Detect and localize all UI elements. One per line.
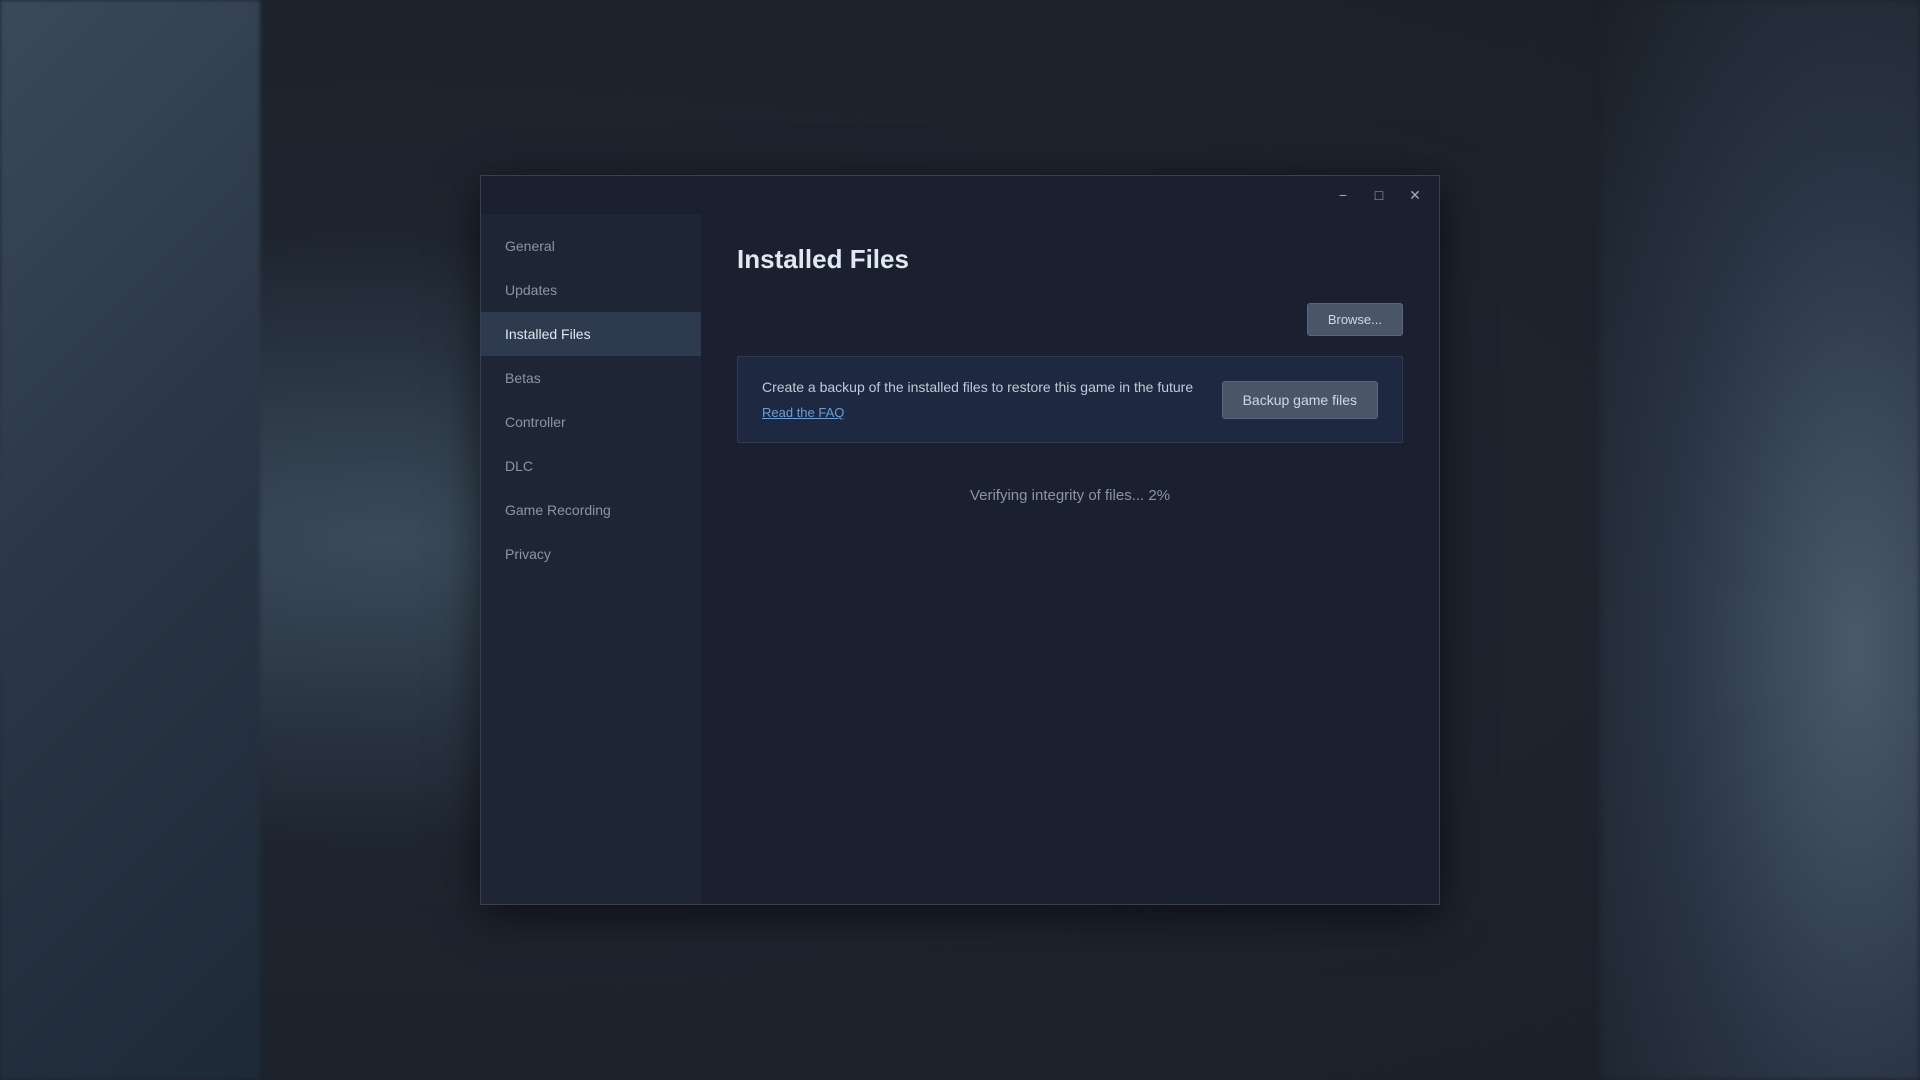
maximize-button[interactable]: □ [1363, 181, 1395, 209]
read-faq-link[interactable]: Read the FAQ [762, 405, 844, 420]
browse-row: Browse... [737, 303, 1403, 336]
sidebar-item-general[interactable]: General [481, 224, 701, 268]
verify-status: Verifying integrity of files... 2% [737, 471, 1403, 520]
sidebar-item-betas[interactable]: Betas [481, 356, 701, 400]
sidebar: General Updates Installed Files Betas Co… [481, 214, 701, 904]
minimize-button[interactable]: − [1327, 181, 1359, 209]
browse-button[interactable]: Browse... [1307, 303, 1403, 336]
backup-description: Create a backup of the installed files t… [762, 377, 1198, 398]
main-window: − □ ✕ General Updates Installed Files Be… [480, 175, 1440, 905]
background-right [1600, 0, 1920, 1080]
sidebar-item-updates[interactable]: Updates [481, 268, 701, 312]
titlebar: − □ ✕ [481, 176, 1439, 214]
close-button[interactable]: ✕ [1399, 181, 1431, 209]
main-content: Installed Files Browse... Create a backu… [701, 214, 1439, 904]
sidebar-item-dlc[interactable]: DLC [481, 444, 701, 488]
background-left [0, 0, 260, 1080]
backup-section: Create a backup of the installed files t… [737, 356, 1403, 443]
sidebar-item-game-recording[interactable]: Game Recording [481, 488, 701, 532]
sidebar-item-privacy[interactable]: Privacy [481, 532, 701, 576]
window-body: General Updates Installed Files Betas Co… [481, 214, 1439, 904]
backup-game-files-button[interactable]: Backup game files [1222, 381, 1378, 419]
sidebar-item-controller[interactable]: Controller [481, 400, 701, 444]
backup-text: Create a backup of the installed files t… [762, 377, 1198, 422]
sidebar-item-installed-files[interactable]: Installed Files [481, 312, 701, 356]
page-title: Installed Files [737, 244, 1403, 275]
